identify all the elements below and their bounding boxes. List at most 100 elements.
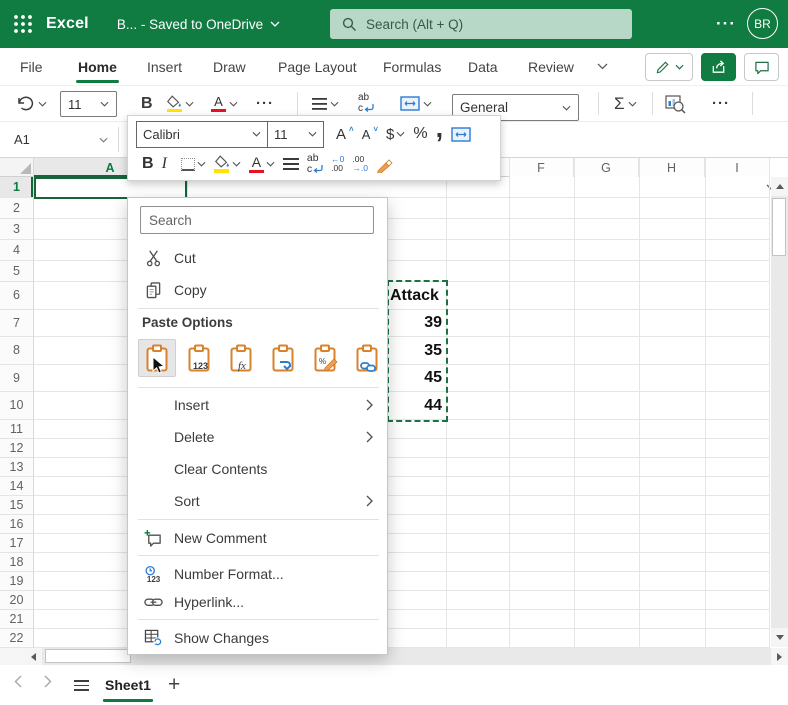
name-box[interactable]: A1 <box>0 122 118 157</box>
menu-item-sort[interactable]: Sort <box>128 489 387 513</box>
tab-draw[interactable]: Draw <box>213 48 246 85</box>
row-header-1[interactable]: 1 <box>0 177 34 198</box>
tab-insert[interactable]: Insert <box>147 48 182 85</box>
mini-bold-button[interactable]: B <box>138 151 158 178</box>
menu-item-delete[interactable]: Delete <box>128 425 387 449</box>
autosum-button[interactable]: Σ <box>614 86 637 121</box>
mini-fill-color-button[interactable] <box>210 151 245 178</box>
editing-mode-button[interactable] <box>645 53 693 81</box>
tab-page-layout[interactable]: Page Layout <box>278 48 357 85</box>
menu-item-hyperlink[interactable]: Hyperlink... <box>128 590 387 614</box>
vertical-scroll-thumb[interactable] <box>772 198 786 256</box>
scroll-left-button[interactable] <box>25 648 42 665</box>
vertical-scrollbar[interactable] <box>771 177 788 647</box>
select-all-corner[interactable] <box>0 158 34 177</box>
comma-format-button[interactable]: , <box>432 115 448 142</box>
row-header-7[interactable]: 7 <box>0 310 34 338</box>
format-painter-button[interactable] <box>372 151 398 178</box>
row-header-22[interactable]: 22 <box>0 629 34 648</box>
mini-align-button[interactable] <box>279 151 303 178</box>
mini-font-name-select[interactable]: Calibri 11 <box>136 121 324 148</box>
row-header-6[interactable]: 6 <box>0 282 34 310</box>
undo-button[interactable] <box>16 86 47 121</box>
app-launcher-waffle-icon[interactable] <box>13 14 33 34</box>
increase-font-size-button[interactable]: A˄ <box>332 121 358 148</box>
font-size-select[interactable]: 11 <box>60 91 117 117</box>
add-sheet-button[interactable]: + <box>168 673 180 697</box>
tab-home[interactable]: Home <box>78 48 117 85</box>
tab-file[interactable]: File <box>20 48 43 85</box>
paste-transpose-button[interactable] <box>264 339 302 377</box>
decrease-decimal-button[interactable]: ←0.00 <box>327 151 348 178</box>
mini-font-size-select[interactable]: 11 <box>268 122 323 147</box>
menu-item-cut[interactable]: Cut <box>128 246 387 270</box>
currency-format-button[interactable]: $ <box>382 121 409 148</box>
row-header-13[interactable]: 13 <box>0 458 34 477</box>
mini-font-color-button[interactable]: A <box>245 151 279 178</box>
column-header-g[interactable]: G <box>574 158 639 177</box>
context-menu-search-input[interactable] <box>140 206 374 234</box>
hyperlink-icon <box>143 596 163 608</box>
scroll-up-button[interactable] <box>771 177 788 196</box>
row-header-3[interactable]: 3 <box>0 219 34 240</box>
paste-formatting-button[interactable]: % <box>306 339 344 377</box>
mini-merge-button[interactable] <box>447 121 475 148</box>
document-title[interactable]: B... - Saved to OneDrive <box>117 17 280 32</box>
row-header-16[interactable]: 16 <box>0 515 34 534</box>
row-header-20[interactable]: 20 <box>0 591 34 610</box>
column-header-h[interactable]: H <box>639 158 705 177</box>
all-sheets-menu-button[interactable] <box>74 680 89 691</box>
menu-item-copy[interactable]: Copy <box>128 278 387 302</box>
menu-item-clear-contents[interactable]: Clear Contents <box>128 457 387 481</box>
more-commands-button[interactable]: ··· <box>712 86 730 121</box>
menu-item-show-changes[interactable]: Show Changes <box>128 626 387 650</box>
search-input[interactable]: Search (Alt + Q) <box>330 9 632 39</box>
paste-values-button[interactable]: 123 <box>180 339 218 377</box>
analyze-data-button[interactable] <box>665 86 686 121</box>
row-header-14[interactable]: 14 <box>0 477 34 496</box>
more-options-icon[interactable]: ··· <box>716 0 736 48</box>
row-header-9[interactable]: 9 <box>0 365 34 393</box>
menu-item-insert[interactable]: Insert <box>128 393 387 417</box>
next-sheet-button[interactable] <box>44 675 52 688</box>
row-header-2[interactable]: 2 <box>0 198 34 219</box>
row-header-10[interactable]: 10 <box>0 392 34 420</box>
borders-button[interactable] <box>177 151 210 178</box>
ribbon-tabs-overflow-chevron[interactable] <box>597 48 608 85</box>
mini-italic-button[interactable]: I <box>158 151 171 178</box>
row-header-4[interactable]: 4 <box>0 240 34 261</box>
menu-item-new-comment[interactable]: New Comment <box>128 526 387 550</box>
row-header-15[interactable]: 15 <box>0 496 34 515</box>
row-header-5[interactable]: 5 <box>0 261 34 282</box>
scroll-down-button[interactable] <box>771 628 788 647</box>
increase-decimal-button[interactable]: .00→.0 <box>348 151 372 178</box>
column-header-f[interactable]: F <box>509 158 574 177</box>
avatar[interactable]: BR <box>747 8 778 39</box>
chevron-down-icon <box>185 101 194 107</box>
pencil-icon <box>655 60 670 75</box>
column-header-i[interactable]: I <box>705 158 770 177</box>
percent-format-button[interactable]: % <box>409 121 431 148</box>
row-header-17[interactable]: 17 <box>0 534 34 553</box>
horizontal-scroll-thumb[interactable] <box>45 649 131 663</box>
row-header-12[interactable]: 12 <box>0 439 34 458</box>
row-header-19[interactable]: 19 <box>0 572 34 591</box>
row-header-21[interactable]: 21 <box>0 610 34 629</box>
scroll-right-button[interactable] <box>771 648 788 665</box>
row-header-18[interactable]: 18 <box>0 553 34 572</box>
app-name[interactable]: Excel <box>46 15 89 33</box>
paste-link-button[interactable] <box>348 339 386 377</box>
comments-button[interactable] <box>744 53 779 81</box>
paste-formulas-button[interactable]: fx <box>222 339 260 377</box>
prev-sheet-button[interactable] <box>14 675 22 688</box>
share-button[interactable] <box>701 53 736 81</box>
tab-data[interactable]: Data <box>468 48 498 85</box>
mini-wrap-text-button[interactable]: ab c <box>303 151 327 178</box>
tab-formulas[interactable]: Formulas <box>383 48 441 85</box>
menu-item-number-format[interactable]: 123 Number Format... <box>128 562 387 586</box>
row-header-11[interactable]: 11 <box>0 420 34 439</box>
sheet-tab-sheet1[interactable]: Sheet1 <box>105 677 151 693</box>
row-header-8[interactable]: 8 <box>0 337 34 365</box>
tab-review[interactable]: Review <box>528 48 574 85</box>
decrease-font-size-button[interactable]: A˅ <box>358 121 382 148</box>
